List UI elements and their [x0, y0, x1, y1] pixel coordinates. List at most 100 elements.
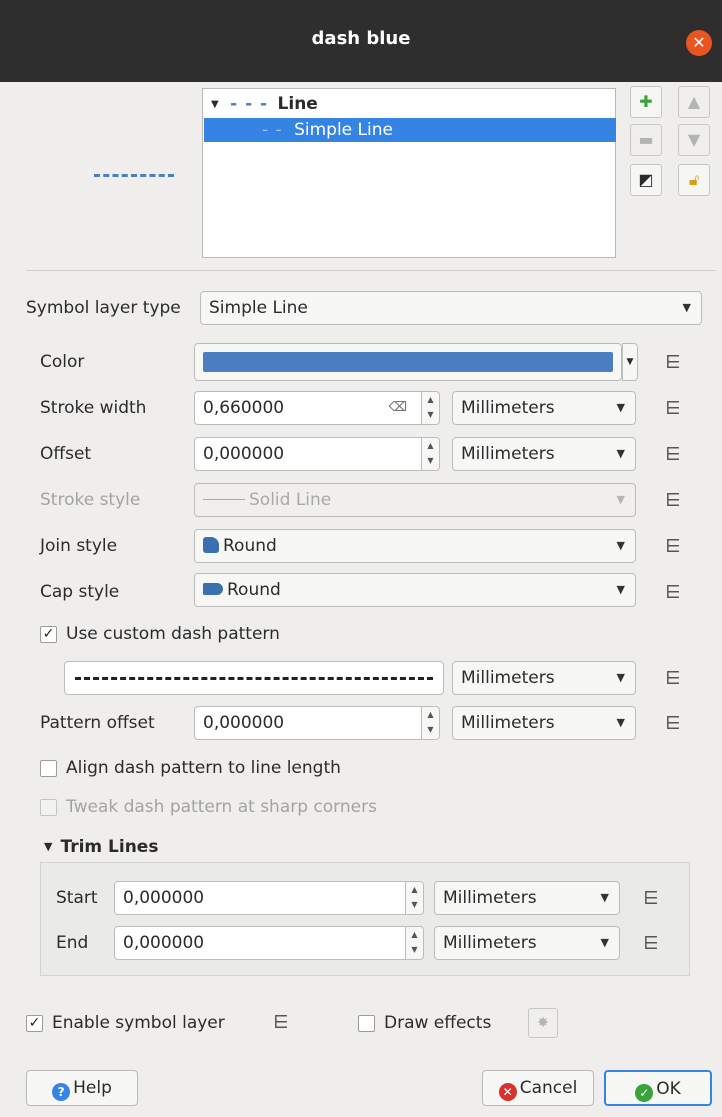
lock-icon[interactable]: 🔓︎	[678, 164, 710, 196]
select-value: Round	[223, 536, 277, 556]
join-style-label: Join style	[40, 536, 118, 556]
input-value: 0,000000	[123, 933, 205, 953]
collapse-arrow-icon[interactable]: ▼	[44, 840, 52, 853]
color-label: Color	[40, 352, 85, 372]
ok-icon: ✓	[635, 1084, 654, 1102]
spin-arrows-icon[interactable]: ▲ ▼	[405, 882, 423, 914]
stroke-width-unit-select[interactable]: Millimeters ▼	[452, 391, 636, 425]
chevron-down-icon: ▼	[682, 301, 691, 314]
select-value: Millimeters	[443, 933, 537, 953]
custom-dash-checkbox[interactable]: ✓	[40, 626, 57, 643]
stroke-width-input[interactable]: 0,660000 ⌫ ▲ ▼	[194, 391, 440, 425]
pattern-offset-unit-select[interactable]: Millimeters ▼	[452, 706, 636, 740]
symbol-layer-tree[interactable]: ▼ - - - Line - - Simple Line	[202, 88, 616, 258]
chevron-down-icon: ▼	[616, 401, 625, 414]
enable-layer-label: Enable symbol layer	[52, 1013, 225, 1033]
select-value: Millimeters	[461, 398, 555, 418]
data-defined-override-icon[interactable]: ⋿	[662, 444, 684, 466]
offset-unit-select[interactable]: Millimeters ▼	[452, 437, 636, 471]
select-value: Simple Line	[209, 298, 308, 318]
select-value: Round	[227, 580, 281, 600]
ok-button[interactable]: ✓ OK	[604, 1070, 712, 1106]
join-style-select[interactable]: Round ▼	[194, 529, 636, 563]
spin-arrows-icon[interactable]: ▲ ▼	[405, 927, 423, 959]
tree-item-line[interactable]: ▼ - - - Line	[211, 92, 318, 116]
cancel-label: Cancel	[519, 1078, 578, 1098]
close-icon[interactable]: ✕	[686, 30, 712, 56]
pattern-offset-input[interactable]: 0,000000 ▲ ▼	[194, 706, 440, 740]
cap-style-select[interactable]: Round ▼	[194, 573, 636, 607]
tweak-dash-checkbox[interactable]	[40, 799, 57, 816]
trim-end-input[interactable]: 0,000000 ▲ ▼	[114, 926, 424, 960]
data-defined-override-icon[interactable]: ⋿	[662, 352, 684, 374]
spin-arrows-icon[interactable]: ▲ ▼	[421, 707, 439, 739]
separator	[26, 270, 716, 271]
dash-pattern-button[interactable]	[64, 661, 444, 695]
symbol-layer-type-select[interactable]: Simple Line ▼	[200, 291, 702, 325]
input-value: 0,000000	[203, 444, 285, 464]
data-defined-override-icon[interactable]: ⋿	[640, 933, 662, 955]
clear-icon[interactable]: ⌫	[389, 392, 407, 424]
dash-pattern-preview	[75, 677, 433, 680]
data-defined-override-icon[interactable]: ⋿	[640, 888, 662, 910]
data-defined-override-icon[interactable]: ⋿	[662, 490, 684, 512]
chevron-down-icon: ▼	[600, 936, 609, 949]
title-bar: dash blue ✕	[0, 0, 722, 82]
color-button[interactable]	[194, 343, 622, 381]
data-defined-override-icon[interactable]: ⋿	[270, 1012, 292, 1034]
cap-style-label: Cap style	[40, 582, 120, 602]
spin-arrows-icon[interactable]: ▲ ▼	[421, 438, 439, 470]
symbol-layer-type-label: Symbol layer type	[26, 298, 181, 318]
draw-effects-label: Draw effects	[384, 1013, 492, 1033]
move-up-button[interactable]: ▲	[678, 86, 710, 118]
chevron-down-icon: ▼	[616, 493, 625, 506]
data-defined-override-icon[interactable]: ⋿	[662, 536, 684, 558]
chevron-down-icon: ▼	[600, 891, 609, 904]
select-value: Millimeters	[443, 888, 537, 908]
input-value: 0,000000	[123, 888, 205, 908]
trim-end-unit-select[interactable]: Millimeters ▼	[434, 926, 620, 960]
trim-start-input[interactable]: 0,000000 ▲ ▼	[114, 881, 424, 915]
align-dash-label: Align dash pattern to line length	[66, 758, 341, 778]
remove-layer-button[interactable]: ▬	[630, 124, 662, 156]
chevron-down-icon: ▼	[616, 447, 625, 460]
expand-arrow-icon[interactable]: ▼	[211, 99, 219, 110]
align-dash-checkbox[interactable]	[40, 760, 57, 777]
data-defined-override-icon[interactable]: ⋿	[662, 582, 684, 604]
trim-start-label: Start	[56, 888, 98, 908]
cancel-button[interactable]: ✕ Cancel	[482, 1070, 594, 1106]
solid-line-icon	[203, 499, 245, 500]
symbol-preview	[94, 174, 174, 177]
data-defined-override-icon[interactable]: ⋿	[662, 713, 684, 735]
round-join-icon	[203, 537, 219, 553]
draw-effects-checkbox[interactable]	[358, 1015, 375, 1032]
select-value: Millimeters	[461, 444, 555, 464]
enable-layer-checkbox[interactable]: ✓	[26, 1015, 43, 1032]
offset-input[interactable]: 0,000000 ▲ ▼	[194, 437, 440, 471]
color-menu-button[interactable]: ▼	[622, 343, 638, 381]
effects-star-icon[interactable]: ✸	[528, 1008, 558, 1038]
help-label: Help	[73, 1078, 112, 1098]
chevron-down-icon: ▼	[616, 716, 625, 729]
trim-lines-header[interactable]: ▼ Trim Lines	[44, 837, 158, 857]
add-layer-button[interactable]: ✚	[630, 86, 662, 118]
round-cap-icon	[203, 583, 223, 595]
duplicate-layer-button[interactable]: ◩	[630, 164, 662, 196]
stroke-style-select[interactable]: Solid Line ▼	[194, 483, 636, 517]
dash-unit-select[interactable]: Millimeters ▼	[452, 661, 636, 695]
ok-label: OK	[656, 1079, 681, 1099]
stroke-style-label: Stroke style	[40, 490, 141, 510]
move-down-button[interactable]: ▼	[678, 124, 710, 156]
input-value: 0,000000	[203, 713, 285, 733]
data-defined-override-icon[interactable]: ⋿	[662, 398, 684, 420]
trim-start-unit-select[interactable]: Millimeters ▼	[434, 881, 620, 915]
spin-arrows-icon[interactable]: ▲ ▼	[421, 392, 439, 424]
chevron-down-icon: ▼	[616, 583, 625, 596]
help-button[interactable]: ? Help	[26, 1070, 138, 1106]
window-title: dash blue	[311, 28, 411, 49]
data-defined-override-icon[interactable]: ⋿	[662, 668, 684, 690]
cancel-icon: ✕	[498, 1083, 517, 1101]
help-icon: ?	[52, 1083, 71, 1101]
tree-item-simple-line[interactable]: - - Simple Line	[204, 118, 616, 142]
color-swatch	[203, 352, 613, 372]
